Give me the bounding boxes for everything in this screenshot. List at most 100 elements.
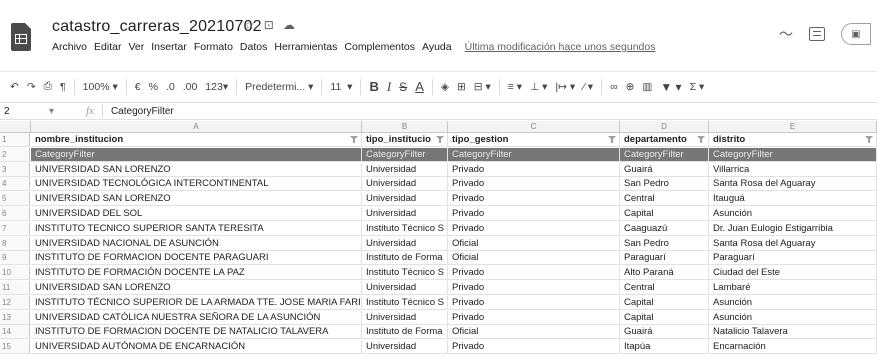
cell-col-c[interactable]: Oficial — [448, 325, 620, 340]
strikethrough-button[interactable]: S — [399, 80, 407, 94]
menu-insertar[interactable]: Insertar — [151, 41, 187, 53]
cell-col-d[interactable]: Capital — [620, 295, 709, 310]
last-edit-link[interactable]: Última modificación hace unos segundos — [465, 41, 656, 53]
cell-col-c[interactable]: Privado — [448, 192, 620, 207]
insert-chart-icon[interactable]: ▥ — [642, 81, 652, 93]
cell-col-c[interactable]: Privado — [448, 177, 620, 192]
cell-col-d[interactable]: San Pedro — [620, 177, 709, 192]
text-wrap-icon[interactable]: |↦ ▾ — [555, 81, 575, 93]
italic-button[interactable]: I — [387, 79, 391, 95]
cell-col-d[interactable]: Guairá — [620, 325, 709, 340]
column-filter-icon[interactable] — [436, 136, 444, 143]
cell-col-d[interactable]: Paraguarí — [620, 251, 709, 266]
column-filter-icon[interactable] — [697, 136, 705, 143]
cell-col-c[interactable]: Oficial — [448, 236, 620, 251]
row-number[interactable]: 8 — [0, 236, 30, 251]
row-number[interactable]: 5 — [0, 192, 30, 207]
menu-complementos[interactable]: Complementos — [344, 41, 415, 53]
formula-input[interactable]: CategoryFilter — [111, 106, 174, 117]
redo-icon[interactable]: ↷ — [27, 81, 36, 93]
cell-col-d[interactable]: Itapúa — [620, 340, 709, 355]
column-filter-icon[interactable] — [608, 136, 616, 143]
increase-decimal-button[interactable]: .00 — [183, 81, 198, 93]
cell-col-a[interactable]: INSTITUTO TÉCNICO SUPERIOR DE LA ARMADA … — [31, 295, 362, 310]
percent-format-button[interactable]: % — [149, 81, 158, 93]
cell-col-b[interactable]: Universidad — [362, 162, 448, 177]
cell-col-e[interactable]: Santa Rosa del Aguaray — [709, 177, 877, 192]
text-rotation-icon[interactable]: ⁄ ▾ — [583, 81, 593, 93]
functions-icon[interactable]: Σ ▾ — [690, 81, 705, 93]
cell-col-a[interactable]: INSTITUTO DE FORMACION DOCENTE DE NATALI… — [31, 325, 362, 340]
column-header-e[interactable]: E — [709, 121, 877, 133]
cell-col-b[interactable]: Universidad — [362, 340, 448, 355]
horizontal-align-icon[interactable]: ≡ ▾ — [508, 81, 522, 93]
cell-col-e[interactable]: Itauguá — [709, 192, 877, 207]
insert-link-icon[interactable]: ∞ — [610, 81, 618, 93]
row-number[interactable]: 4 — [0, 177, 30, 192]
cell-col-a[interactable]: UNIVERSIDAD AUTÓNOMA DE ENCARNACIÓN — [31, 340, 362, 355]
insert-comment-icon[interactable]: ⊕ — [626, 81, 635, 93]
cell-col-b[interactable]: Universidad — [362, 281, 448, 295]
header-cell-col-a[interactable]: nombre_institucion — [31, 133, 362, 147]
cell-col-d[interactable]: Central — [620, 281, 709, 295]
row-number[interactable]: 15 — [0, 340, 30, 355]
menu-herramientas[interactable]: Herramientas — [274, 41, 337, 53]
document-title[interactable]: catastro_carreras_20210702 — [52, 18, 262, 36]
cell-col-b[interactable]: Instituto de Forma — [362, 251, 448, 266]
row-number[interactable]: 14 — [0, 325, 30, 340]
menu-archivo[interactable]: Archivo — [52, 41, 87, 53]
column-header-b[interactable]: B — [362, 121, 448, 133]
vertical-align-icon[interactable]: ⊥ ▾ — [530, 81, 547, 93]
cell-col-c[interactable]: Privado — [448, 295, 620, 310]
cell-col-d[interactable]: CategoryFilter — [620, 147, 709, 162]
row-number[interactable]: 10 — [0, 266, 30, 281]
cell-col-b[interactable]: Instituto Técnico S — [362, 221, 448, 236]
text-color-button[interactable]: A — [415, 79, 424, 94]
cell-col-e[interactable]: Lambaré — [709, 281, 877, 295]
row-number[interactable]: 13 — [0, 310, 30, 325]
row-number[interactable]: 12 — [0, 295, 30, 310]
cell-col-b[interactable]: Universidad — [362, 310, 448, 325]
cell-col-e[interactable]: Encarnación — [709, 340, 877, 355]
cell-col-c[interactable]: Privado — [448, 310, 620, 325]
paint-format-icon[interactable]: ¶ — [60, 81, 66, 93]
column-filter-icon[interactable] — [350, 136, 358, 143]
cell-col-e[interactable]: Asunción — [709, 310, 877, 325]
cell-col-a[interactable]: UNIVERSIDAD SAN LORENZO — [31, 192, 362, 207]
star-icon[interactable]: ☆ — [244, 18, 255, 32]
cell-col-d[interactable]: Alto Paraná — [620, 266, 709, 281]
cell-col-b[interactable]: Instituto Técnico S — [362, 295, 448, 310]
cell-col-b[interactable]: Universidad — [362, 207, 448, 221]
cell-col-d[interactable]: Central — [620, 192, 709, 207]
cell-col-b[interactable]: Universidad — [362, 236, 448, 251]
row-number[interactable]: 6 — [0, 207, 30, 221]
cell-col-d[interactable]: Capital — [620, 207, 709, 221]
menu-editar[interactable]: Editar — [94, 41, 121, 53]
cell-col-c[interactable]: Oficial — [448, 251, 620, 266]
present-button[interactable]: ▣ — [841, 23, 871, 45]
cell-col-a[interactable]: UNIVERSIDAD NACIONAL DE ASUNCIÓN — [31, 236, 362, 251]
cell-col-a[interactable]: INSTITUTO DE FORMACIÓN DOCENTE LA PAZ — [31, 266, 362, 281]
bold-button[interactable]: B — [369, 79, 378, 94]
cell-col-c[interactable]: Privado — [448, 340, 620, 355]
row-number[interactable]: 9 — [0, 251, 30, 266]
cell-col-b[interactable]: CategoryFilter — [362, 147, 448, 162]
filter-icon[interactable]: ▼ ▾ — [660, 80, 681, 94]
menu-datos[interactable]: Datos — [240, 41, 267, 53]
fill-color-icon[interactable]: ◈ — [441, 81, 449, 93]
column-filter-icon[interactable] — [865, 136, 873, 143]
cell-col-b[interactable]: Universidad — [362, 177, 448, 192]
cell-col-e[interactable]: Asunción — [709, 295, 877, 310]
row-number[interactable]: 3 — [0, 162, 30, 177]
row-number[interactable]: 7 — [0, 221, 30, 236]
cell-col-e[interactable]: Dr. Juan Eulogio Estigarribia — [709, 221, 877, 236]
cell-col-d[interactable]: San Pedro — [620, 236, 709, 251]
cell-col-a[interactable]: INSTITUTO DE FORMACION DOCENTE PARAGUARI — [31, 251, 362, 266]
cell-col-c[interactable]: Privado — [448, 281, 620, 295]
currency-format-button[interactable]: € — [135, 81, 141, 93]
cell-col-b[interactable]: Universidad — [362, 192, 448, 207]
cell-col-d[interactable]: Caaguazú — [620, 221, 709, 236]
cell-col-a[interactable]: UNIVERSIDAD CATÓLICA NUESTRA SEÑORA DE L… — [31, 310, 362, 325]
header-cell-col-d[interactable]: departamento — [620, 133, 709, 147]
cell-col-e[interactable]: Villarrica — [709, 162, 877, 177]
